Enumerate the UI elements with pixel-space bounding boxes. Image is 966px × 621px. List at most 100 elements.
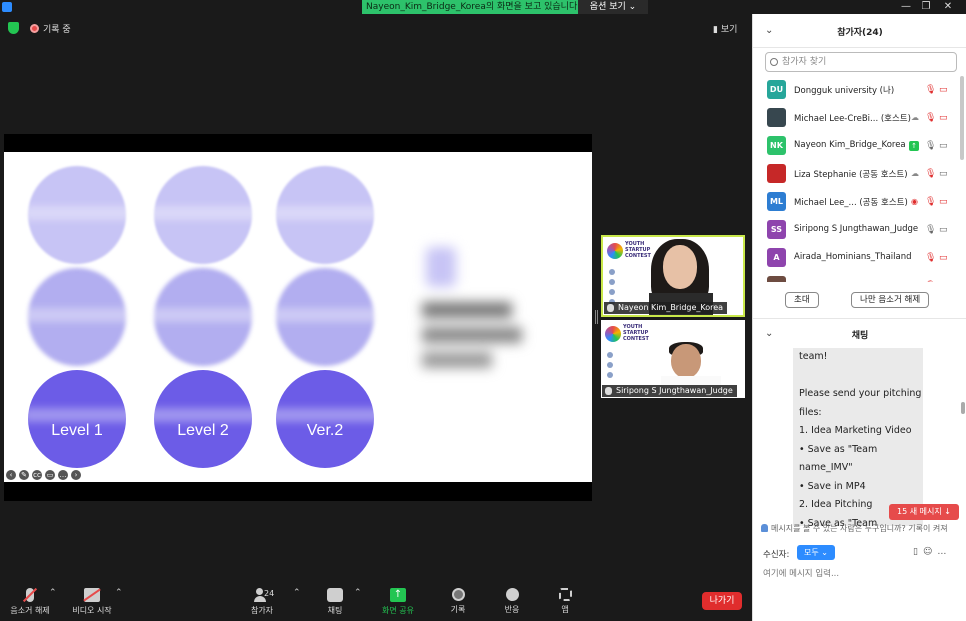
mic-off-icon[interactable]: 🎙 [925,113,936,123]
mic-off-icon[interactable]: 🎙 [925,169,936,179]
participant-row[interactable]: ML Michael Lee_... (공동 호스트) ◉ 🎙 ▭ [753,188,959,216]
invite-button[interactable]: 초대 [785,292,819,308]
video-tile-active-speaker[interactable]: YOUTH STARTUP CONTEST Nayeon Kim_Bridge_… [601,235,745,317]
participant-row[interactable]: SS Siripong S Jungthawan_Judge 🎙 ▭ [753,216,959,244]
unmute-me-button[interactable]: 나만 음소거 해제 [851,292,930,308]
cam-icon[interactable]: ▭ [939,169,948,179]
view-options-dropdown[interactable]: 옵션 보기 ⌄ [578,0,648,14]
participant-search-input[interactable]: 참가자 찾기 [765,52,957,72]
chat-line: Please send your pitching [799,388,922,399]
cam-icon[interactable]: ▭ [939,225,948,235]
level-label: Ver.2 [306,422,344,439]
avatar: ML [767,192,786,211]
participant-row[interactable]: NK Nayeon Kim_Bridge_Korea ↑ 🎙 ▭ [753,132,959,160]
cam-off-icon[interactable]: ▭ [939,281,948,282]
minimize-button[interactable]: — [896,0,916,14]
participant-name: Siripong S Jungthawan_Judge [794,224,919,234]
tile-name-tag: Siripong S Jungthawan_Judge [602,385,737,397]
title-bar: Nayeon_Kim_Bridge_Korea의 화면을 보고 있습니다 옵션 … [0,0,966,14]
participants-header: ⌄ 참가자(24) [753,14,966,48]
avatar: DU [767,80,786,99]
poster-title: YOUTH STARTUP CONTEST [625,241,651,259]
more-options-icon[interactable]: … [937,547,951,557]
participant-scrollbar[interactable] [960,76,964,160]
sharing-icon: ↑ [909,141,919,151]
reactions-button[interactable]: 반응 [482,580,542,621]
message-visibility-notice[interactable]: 메시지를 볼 수 있는 사람은 누구입니까? 기록이 켜져 [761,523,966,537]
chat-line [799,367,917,386]
participant-row[interactable]: 🎙 ▭ [753,272,959,282]
prev-slide-icon[interactable]: ‹ [6,470,16,480]
avatar [767,108,786,127]
cam-icon[interactable]: ▭ [939,141,948,151]
chat-chevron-icon[interactable]: ⌃ [354,588,362,598]
file-icon[interactable]: ▯ [913,547,923,557]
chat-message-input[interactable] [763,566,959,582]
view-button[interactable]: ▮ 보기 [713,22,737,35]
chat-button[interactable]: 채팅 [305,580,365,621]
participants-chevron-icon[interactable]: ⌃ [293,588,301,598]
presentation-slide: Level 1 Level 2 Ver.2 [4,152,592,482]
visibility-text: 메시지를 볼 수 있는 사람은 누구입니까? 기록이 켜져 [771,524,948,533]
unmute-button[interactable]: 음소거 해제 [0,580,60,621]
video-options-chevron-icon[interactable]: ⌃ [115,588,123,598]
level-label: Level 2 [177,422,229,439]
participant-row[interactable]: DU Dongguk university (나) 🎙 ▭ [753,76,959,104]
mic-icon[interactable]: 🎙 [925,141,936,151]
recording-status: 기록 중 [43,25,71,35]
cam-off-icon[interactable]: ▭ [939,113,948,123]
participants-button[interactable]: 24 참가자 [232,580,292,621]
mic-icon [607,304,614,312]
meeting-toolbar: 음소거 해제 ⌃ 비디오 시작 ⌃ 24 참가자 ⌃ 채팅 ⌃ ↑ 화면 공유 기록… [0,580,752,621]
participant-row[interactable]: A Airada_Hominians_Thailand 🎙 ▭ [753,244,959,272]
emoji-icon[interactable]: ☺ [923,547,937,557]
screen-share-banner: Nayeon_Kim_Bridge_Korea의 화면을 보고 있습니다 [362,0,578,14]
cam-off-icon[interactable]: ▭ [939,85,948,95]
blur-overlay [24,206,384,220]
new-messages-button[interactable]: 15 새 메시지 ↓ [889,504,959,520]
view-button-label: 보기 [720,25,738,35]
mic-off-icon[interactable]: 🎙 [925,253,936,263]
next-slide-icon[interactable]: › [71,470,81,480]
participant-actions: 초대 나만 음소거 해제 [753,290,966,314]
mic-off-icon[interactable]: 🎙 [925,281,936,282]
captions-icon[interactable]: cc [32,470,42,480]
mic-icon [605,387,612,395]
mic-off-icon[interactable]: 🎙 [925,85,936,95]
audio-options-chevron-icon[interactable]: ⌃ [49,588,57,598]
apps-label: 앱 [561,605,569,614]
hide-video-icon[interactable]: ▭ [45,470,55,480]
record-button[interactable]: 기록 [428,580,488,621]
close-window-button[interactable]: ✕ [938,0,958,14]
panel-resize-handle[interactable] [595,310,598,324]
participants-title: 참가자(24) [837,28,883,38]
cam-off-icon[interactable]: ▭ [939,253,948,263]
chat-line: 1. Idea Marketing Video [799,425,912,436]
restore-button[interactable]: ❐ [916,0,936,14]
participant-face [671,344,701,378]
recording-icon: ◉ [911,197,918,206]
participant-name: Airada_Hominians_Thailand [794,252,912,262]
blur-overlay [24,308,384,322]
share-screen-label: 화면 공유 [382,606,414,615]
participant-row[interactable]: Michael Lee-CreBi... (호스트) ☁ 🎙 ▭ [753,104,959,132]
mic-icon[interactable]: 🎙 [925,225,936,235]
apps-button[interactable]: 앱 [535,580,595,621]
video-tile[interactable]: YOUTH STARTUP CONTEST Siripong S Jungtha… [601,320,745,398]
chat-icon [327,588,343,602]
leave-button[interactable]: 나가기 [702,592,742,610]
mic-off-icon[interactable]: 🎙 [925,197,936,207]
participant-row[interactable]: Liza Stephanie (공동 호스트) ☁ 🎙 ▭ [753,160,959,188]
chat-scrollbar[interactable] [961,402,965,414]
chat-line: team! [799,351,828,362]
share-banner-text: Nayeon_Kim_Bridge_Korea의 화면을 보고 있습니다 [366,2,578,12]
share-screen-button[interactable]: ↑ 화면 공유 [368,580,428,621]
encryption-shield-icon[interactable] [8,22,19,34]
start-video-button[interactable]: 비디오 시작 [62,580,122,621]
cam-off-icon[interactable]: ▭ [939,197,948,207]
more-icon[interactable]: … [58,470,68,480]
pen-icon[interactable]: ✎ [19,470,29,480]
recipient-dropdown[interactable]: 모두 ⌄ [797,545,835,560]
participant-name: Michael Lee_... (공동 호스트) [794,198,908,208]
participant-face [663,245,697,289]
